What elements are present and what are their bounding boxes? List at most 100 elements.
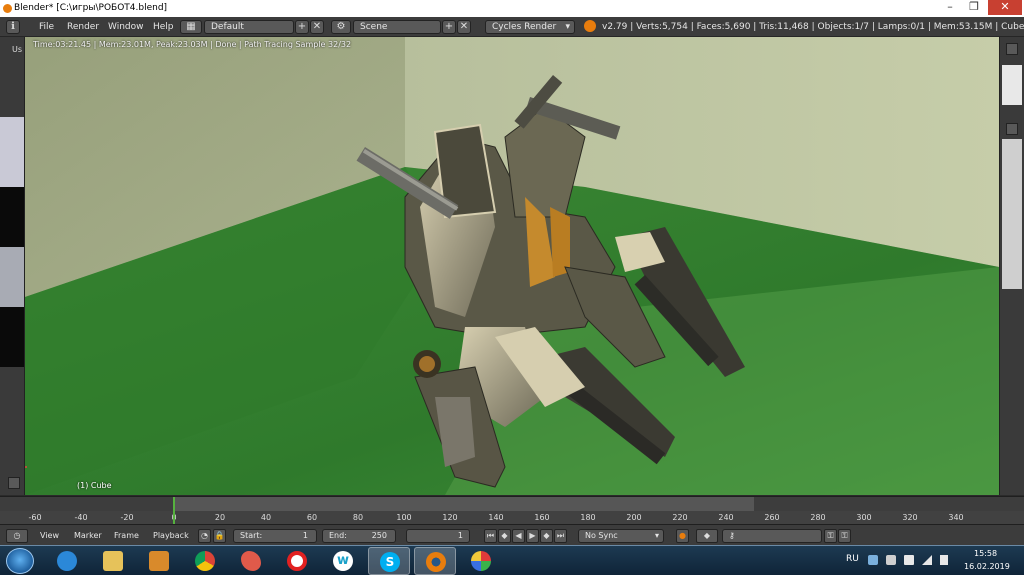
taskbar-app-w[interactable]: w [322, 547, 364, 575]
remove-layout-button[interactable]: ✕ [310, 20, 324, 34]
taskbar-app-paint-2[interactable] [460, 547, 502, 575]
preview-range-icon[interactable]: ◔ [198, 529, 211, 543]
sync-mode-label: No Sync [585, 531, 618, 540]
frame-tick: 240 [718, 513, 734, 522]
menu-render[interactable]: Render [67, 22, 99, 32]
frame-tick: 120 [442, 513, 458, 522]
maximize-button[interactable]: ❐ [962, 0, 986, 15]
jump-end-icon[interactable]: ⏭ [554, 529, 567, 543]
insert-keyframe-icon[interactable]: ⚿ [824, 529, 837, 543]
start-frame-label: Start: [240, 531, 263, 540]
playhead[interactable] [173, 497, 175, 525]
frame-tick: -60 [28, 513, 42, 522]
timeline-scrollbar[interactable] [0, 497, 1024, 511]
properties-preview [1002, 65, 1022, 105]
key-icon: ⚷ [729, 531, 735, 540]
menu-playback[interactable]: Playback [153, 531, 189, 540]
keying-set-icon[interactable]: ◆ [696, 529, 718, 543]
frame-tick: 80 [352, 513, 364, 522]
frame-tick: -20 [120, 513, 134, 522]
jump-start-icon[interactable]: ⏮ [484, 529, 497, 543]
volume-icon[interactable] [940, 555, 948, 565]
remove-scene-button[interactable]: ✕ [457, 20, 471, 34]
rendered-scene [25, 37, 999, 495]
keying-set-field[interactable]: ⚷ [722, 529, 822, 543]
taskbar-app-opera[interactable] [276, 547, 318, 575]
editor-type-info-icon[interactable]: ℹ [6, 20, 20, 34]
frame-tick: 220 [672, 513, 688, 522]
chevron-down-icon: ▾ [565, 22, 570, 32]
jump-keyframe-back-icon[interactable]: ◆ [498, 529, 511, 543]
minimize-button[interactable]: – [938, 0, 962, 15]
end-frame-value: 250 [371, 531, 387, 540]
timeline-header: ◷ View Marker Frame Playback ◔ 🔒 Start: … [0, 524, 1024, 545]
panel-toggle-icon[interactable] [1006, 43, 1018, 55]
start-frame-field[interactable]: Start: 1 [233, 529, 317, 543]
menu-help[interactable]: Help [153, 22, 174, 32]
menu-marker[interactable]: Marker [74, 531, 102, 540]
screen-layout-icon[interactable]: ▦ [180, 20, 202, 34]
add-scene-button[interactable]: + [442, 20, 456, 34]
flag-icon[interactable] [904, 555, 914, 565]
3d-viewport[interactable]: Time:03:21.45 | Mem:23.01M, Peak:23.03M … [25, 37, 999, 495]
current-frame-field[interactable]: 1 [406, 529, 470, 543]
chrome-icon [195, 551, 215, 571]
w-app-icon: w [333, 551, 353, 571]
clock-time[interactable]: 15:58 [974, 549, 997, 558]
properties-icon[interactable] [1006, 123, 1018, 135]
end-frame-field[interactable]: End: 250 [322, 529, 396, 543]
tray-notification-icon[interactable] [868, 555, 878, 565]
menu-frame[interactable]: Frame [114, 531, 139, 540]
scene-field[interactable]: Scene [353, 20, 441, 34]
close-button[interactable]: ✕ [988, 0, 1022, 15]
add-layout-button[interactable]: + [295, 20, 309, 34]
frame-range-indicator [174, 497, 754, 511]
menu-view[interactable]: View [40, 531, 59, 540]
timeline-editor-icon[interactable]: ◷ [6, 529, 28, 543]
start-frame-value: 1 [302, 531, 308, 540]
left-side-panel: Us [0, 37, 25, 495]
view-menu-icon[interactable] [8, 477, 20, 489]
left-panel-thumb [0, 247, 24, 307]
lock-icon[interactable]: 🔒 [213, 529, 226, 543]
sync-mode-dropdown[interactable]: No Sync ▾ [578, 529, 664, 543]
timeline-ruler[interactable]: -60 -40 -20 0 20 40 60 80 100 120 140 16… [0, 496, 1024, 525]
folder-icon [103, 551, 123, 571]
taskbar-app-internet-explorer[interactable] [46, 547, 88, 575]
frame-tick: 40 [260, 513, 272, 522]
language-indicator[interactable]: RU [846, 554, 859, 564]
scene-icon[interactable]: ⚙ [331, 20, 351, 34]
record-icon[interactable]: ● [676, 529, 689, 543]
play-reverse-icon[interactable]: ◀ [512, 529, 525, 543]
taskbar-app-chrome[interactable] [184, 547, 226, 575]
frame-tick: 340 [948, 513, 964, 522]
right-side-panel [999, 37, 1024, 495]
taskbar-app-blender[interactable] [414, 547, 456, 575]
taskbar-app-paint[interactable] [230, 547, 272, 575]
delete-keyframe-icon[interactable]: ⚿ [838, 529, 851, 543]
jump-keyframe-forward-icon[interactable]: ◆ [540, 529, 553, 543]
taskbar-app-file-explorer[interactable] [92, 547, 134, 575]
render-engine-dropdown[interactable]: Cycles Render ▾ [485, 20, 575, 34]
opera-icon [287, 551, 307, 571]
screen-layout-field[interactable]: Default [204, 20, 294, 34]
frame-tick: 300 [856, 513, 872, 522]
network-icon[interactable] [922, 555, 932, 565]
frame-tick: 20 [214, 513, 226, 522]
start-button[interactable] [6, 548, 34, 574]
render-engine-label: Cycles Render [492, 22, 557, 32]
frame-tick: 320 [902, 513, 918, 522]
taskbar-app-media-player[interactable] [138, 547, 180, 575]
menu-window[interactable]: Window [108, 22, 144, 32]
blender-logo-icon [584, 20, 596, 32]
scene-statistics: v2.79 | Verts:5,754 | Faces:5,690 | Tris… [602, 22, 1024, 32]
tray-app-icon[interactable] [886, 555, 896, 565]
frame-tick: 100 [396, 513, 412, 522]
clock-date[interactable]: 16.02.2019 [964, 562, 1010, 571]
frame-tick: 140 [488, 513, 504, 522]
frame-tick: 160 [534, 513, 550, 522]
play-icon[interactable]: ▶ [526, 529, 539, 543]
menu-file[interactable]: File [39, 22, 54, 32]
window-title: Blender* [C:\игры\РОБОТ4.blend] [14, 3, 168, 13]
taskbar-app-skype[interactable]: S [368, 547, 410, 575]
